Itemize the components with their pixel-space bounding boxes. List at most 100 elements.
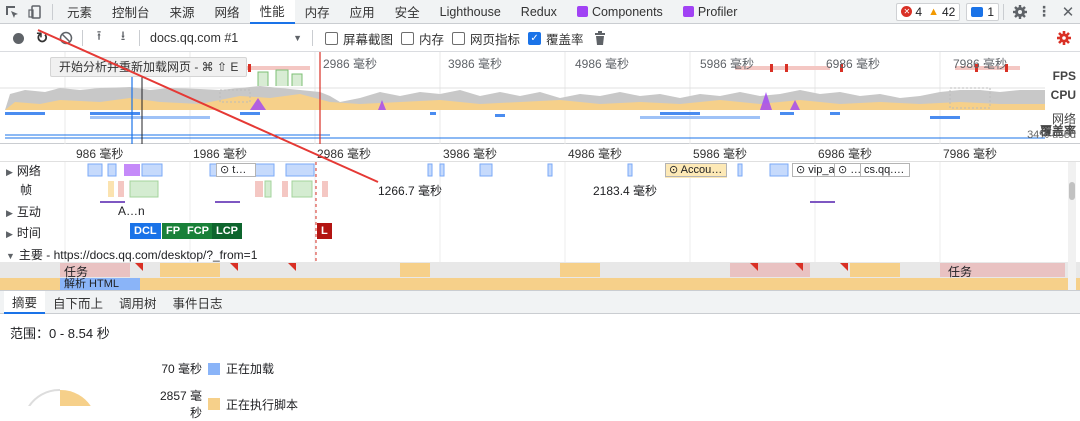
tab-list: 元素 控制台 来源 网络 性能 内存 应用 安全 Lighthouse Redux Componen… [57,0,747,24]
network-event[interactable]: cs.qq.… [860,163,910,177]
overview-tick: 2986 毫秒 [323,57,378,71]
capture-checkbox-2[interactable]: 网页指标 [444,29,520,48]
load-profile-button[interactable]: ⭱ [87,26,111,50]
track-label: 主要 - https://docs.qq.com/desktop/?_from=… [18,248,258,262]
tab-2[interactable]: 来源 [160,0,205,24]
close-icon[interactable]: ✕ [1056,0,1080,24]
checkbox-icon[interactable] [401,31,415,45]
overview-tick: 5986 毫秒 [700,57,755,71]
tab-label: 网络 [214,6,240,20]
ruler-tick: 5986 毫秒 [693,147,748,161]
network-event[interactable]: ⊙ t… [216,163,256,177]
record-button[interactable] [6,26,30,50]
track-main[interactable]: ▼ 主要 - https://docs.qq.com/desktop/?_from… [6,246,257,263]
legend-value: 70 毫秒 [161,362,202,376]
capture-settings-button[interactable] [1052,26,1076,50]
warning-icon: ▲ [928,5,939,18]
coverage-used: 34% used [1027,129,1076,141]
capture-options: 屏幕截图 内存 网页指标 ✓ 覆盖率 [317,29,584,48]
expand-arrow-icon: ▶ [6,167,13,177]
upload-icon: ⭱ [96,28,102,43]
more-options-icon[interactable]: ⋮ [1032,0,1056,24]
summary-pie [28,388,91,406]
garbage-collect-button[interactable] [588,26,612,50]
tab-1[interactable]: 控制台 [102,0,160,24]
save-profile-button[interactable]: ⭳ [111,26,135,50]
tab-label: Lighthouse [439,4,501,19]
fps-label: FPS [1052,69,1076,83]
overview-tick: 4986 毫秒 [575,57,630,71]
capture-checkbox-0[interactable]: 屏幕截图 [317,29,393,48]
ruler-tick: 3986 毫秒 [443,147,498,161]
checkbox-checked-icon[interactable]: ✓ [528,31,542,45]
network-event[interactable]: ⊙ Accou… [665,163,727,177]
tab-10[interactable]: Components [567,0,673,24]
error-count: 4 [915,4,923,19]
timeline-ruler: 986 毫秒 1986 毫秒 2986 毫秒 3986 毫秒 4986 毫秒 5… [0,144,1080,162]
tab-8[interactable]: Lighthouse [430,0,511,24]
tab-11[interactable]: Profiler [673,0,748,24]
checkbox-label: 屏幕截图 [343,32,394,47]
lcp-marker[interactable]: LCP [212,223,242,239]
issues-counter[interactable]: ✕ 4 ▲ 42 [896,2,961,21]
capture-checkbox-3[interactable]: ✓ 覆盖率 [520,29,584,48]
tab-label: 元素 [67,6,93,20]
details-tab-1[interactable]: 自下而上 [45,291,111,314]
track-interactions[interactable]: ▶ 互动 [6,203,41,220]
trash-icon [594,31,605,45]
tab-6[interactable]: 应用 [340,0,385,24]
ruler-tick: 6986 毫秒 [818,147,873,161]
details-tab-0[interactable]: 摘要 [4,290,46,314]
checkbox-icon[interactable] [325,31,338,45]
network-event-label: t… [232,164,247,176]
track-label: 时间 [16,226,41,240]
clear-button[interactable] [54,26,78,50]
record-icon [12,32,24,44]
tab-9[interactable]: Redux [511,0,567,24]
capture-checkbox-1[interactable]: 内存 [393,29,444,48]
tab-4[interactable]: 性能 [249,0,295,24]
performance-toolbar: ↻ ⭱ ⭳ docs.qq.com #1 ▼ 屏幕截图 内存 网页指标 ✓ 覆盖率 [0,25,1080,52]
overview-tick: 7986 毫秒 [953,57,1008,71]
task-label[interactable]: 任务 [948,263,972,280]
track-network[interactable]: ▶ 网络 [6,162,41,179]
track-timings[interactable]: ▶ 时间 [6,224,41,241]
tab-7[interactable]: 安全 [385,0,430,24]
device-toolbar-icon[interactable] [24,0,48,24]
tab-label: 安全 [394,6,420,20]
settings-gear-icon[interactable] [1008,0,1032,24]
collapse-arrow-icon: ▼ [6,251,15,261]
summary-range: 范围：0 - 8.54 秒 [10,326,110,341]
checkbox-label: 内存 [419,32,445,47]
tab-3[interactable]: 网络 [205,0,250,24]
ruler-tick: 7986 毫秒 [943,147,998,161]
network-event-label: Accou… [680,164,723,176]
reload-profile-button[interactable]: ↻ [30,26,54,50]
parse-html-label[interactable]: 解析 HTML [64,278,119,290]
load-marker[interactable]: L [317,223,332,239]
react-icon [682,6,694,17]
expand-arrow-icon: ▶ [6,208,13,218]
chevron-down-icon: ▼ [293,33,302,43]
tab-0[interactable]: 元素 [57,0,102,24]
track-label: 互动 [16,205,41,219]
details-tab-3[interactable]: 事件日志 [165,291,231,314]
inspect-element-icon[interactable] [0,0,24,24]
tab-5[interactable]: 内存 [295,0,340,24]
profile-select[interactable]: docs.qq.com #1 ▼ [144,31,308,45]
dcl-marker[interactable]: DCL [130,223,161,239]
tab-label: Redux [520,4,557,19]
divider [82,30,83,46]
network-event[interactable]: ⊙ … [834,163,862,177]
ruler-tick: 1986 毫秒 [193,147,248,161]
track-frames[interactable]: 帧 [20,181,32,198]
fp-marker[interactable]: FP [162,223,185,239]
interaction-event[interactable]: A…n [118,204,145,218]
legend-swatch [208,398,220,410]
flamechart-area[interactable]: ▶ 网络 ⊙ t… ⊙ Accou… ⊙ vip_a… ⊙ … cs.qq.… 帧… [0,162,1080,290]
messages-counter[interactable]: 1 [966,2,999,21]
fcp-marker[interactable]: FCP [183,223,213,239]
message-count: 1 [987,4,994,19]
details-tab-2[interactable]: 调用树 [111,291,165,314]
checkbox-icon[interactable] [452,31,466,45]
